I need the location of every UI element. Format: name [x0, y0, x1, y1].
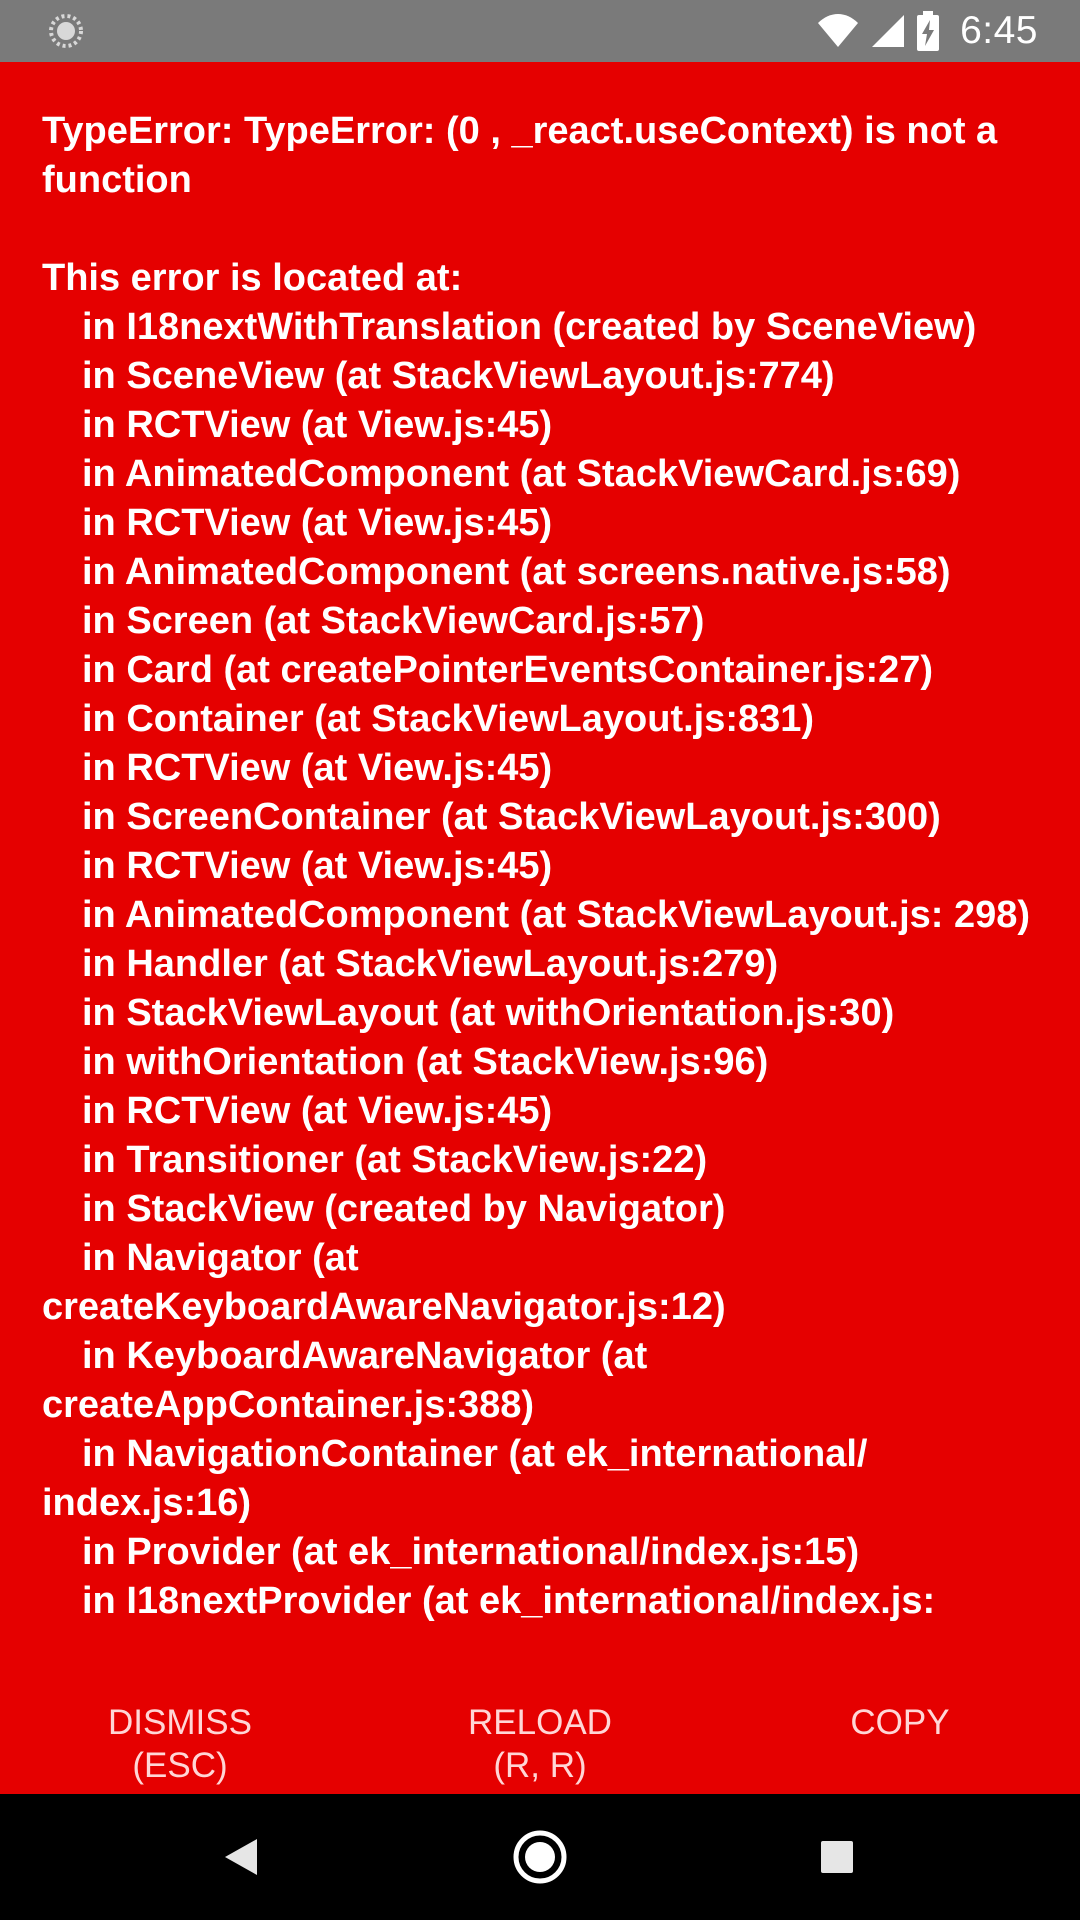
stack-line: in ScreenContainer (at StackViewLayout.j… — [82, 796, 941, 838]
stack-line: in StackViewLayout (at withOrientation.j… — [82, 992, 895, 1034]
stack-line: in I18nextWithTranslation (created by Sc… — [82, 306, 977, 348]
error-message: TypeError: TypeError: (0 , _react.useCon… — [42, 110, 998, 201]
stack-line: in StackView (created by Navigator) — [82, 1188, 726, 1230]
stack-line: in Navigator (at createKeyboardAwareNavi… — [42, 1237, 726, 1328]
stack-line: in RCTView (at View.js:45) — [82, 845, 553, 887]
stack-line: in Screen (at StackViewCard.js:57) — [82, 600, 705, 642]
stack-line: in Handler (at StackViewLayout.js:279) — [82, 943, 779, 985]
cell-signal-icon — [872, 15, 905, 47]
stack-line: in I18nextProvider (at ek_international/… — [82, 1580, 936, 1622]
recents-square-icon[interactable] — [804, 1824, 870, 1890]
stack-header: This error is located at: — [42, 257, 463, 299]
reload-button[interactable]: RELOAD (R, R) — [360, 1695, 720, 1794]
stack-line: in withOrientation (at StackView.js:96) — [82, 1041, 769, 1083]
stack-line: in RCTView (at View.js:45) — [82, 747, 553, 789]
status-icons: 6:45 — [816, 0, 1038, 62]
stack-line: in RCTView (at View.js:45) — [82, 404, 553, 446]
home-circle-icon[interactable] — [507, 1824, 573, 1890]
stack-line: in Transitioner (at StackView.js:22) — [82, 1139, 708, 1181]
stack-line: in AnimatedComponent (at StackViewLayout… — [82, 894, 1031, 936]
battery-charging-icon — [917, 11, 940, 51]
loading-spinner-icon — [49, 14, 83, 48]
stack-line: in Container (at StackViewLayout.js:831) — [82, 698, 815, 740]
reload-label: RELOAD — [468, 1703, 612, 1742]
wifi-icon — [818, 14, 859, 47]
error-scroll-area[interactable]: TypeError: TypeError: (0 , _react.useCon… — [42, 107, 1042, 1695]
stack-line: in Provider (at ek_international/index.j… — [82, 1531, 860, 1573]
status-time: 6:45 — [960, 9, 1038, 52]
copy-label: COPY — [850, 1703, 950, 1742]
reload-shortcut: (R, R) — [493, 1746, 587, 1785]
redbox-error-screen: TypeError: TypeError: (0 , _react.useCon… — [0, 62, 1080, 1794]
stack-line: in Card (at createPointerEventsContainer… — [82, 649, 934, 691]
stack-line: in AnimatedComponent (at StackViewCard.j… — [82, 453, 961, 495]
copy-button[interactable]: COPY — [720, 1695, 1080, 1794]
dismiss-shortcut: (ESC) — [132, 1746, 228, 1785]
stack-line: in NavigationContainer (at ek_internatio… — [42, 1433, 868, 1524]
stack-line: in SceneView (at StackViewLayout.js:774) — [82, 355, 835, 397]
stack-line: in RCTView (at View.js:45) — [82, 502, 553, 544]
back-triangle-icon[interactable] — [208, 1824, 274, 1890]
navigation-bar — [0, 1794, 1080, 1920]
stack-line: in KeyboardAwareNavigator (at createAppC… — [42, 1335, 648, 1426]
status-bar: 6:45 — [0, 0, 1080, 62]
dismiss-button[interactable]: DISMISS (ESC) — [0, 1695, 360, 1794]
dismiss-label: DISMISS — [108, 1703, 252, 1742]
redbox-buttons: DISMISS (ESC) RELOAD (R, R) COPY — [0, 1695, 1080, 1794]
stack-line: in RCTView (at View.js:45) — [82, 1090, 553, 1132]
stack-line: in AnimatedComponent (at screens.native.… — [82, 551, 951, 593]
